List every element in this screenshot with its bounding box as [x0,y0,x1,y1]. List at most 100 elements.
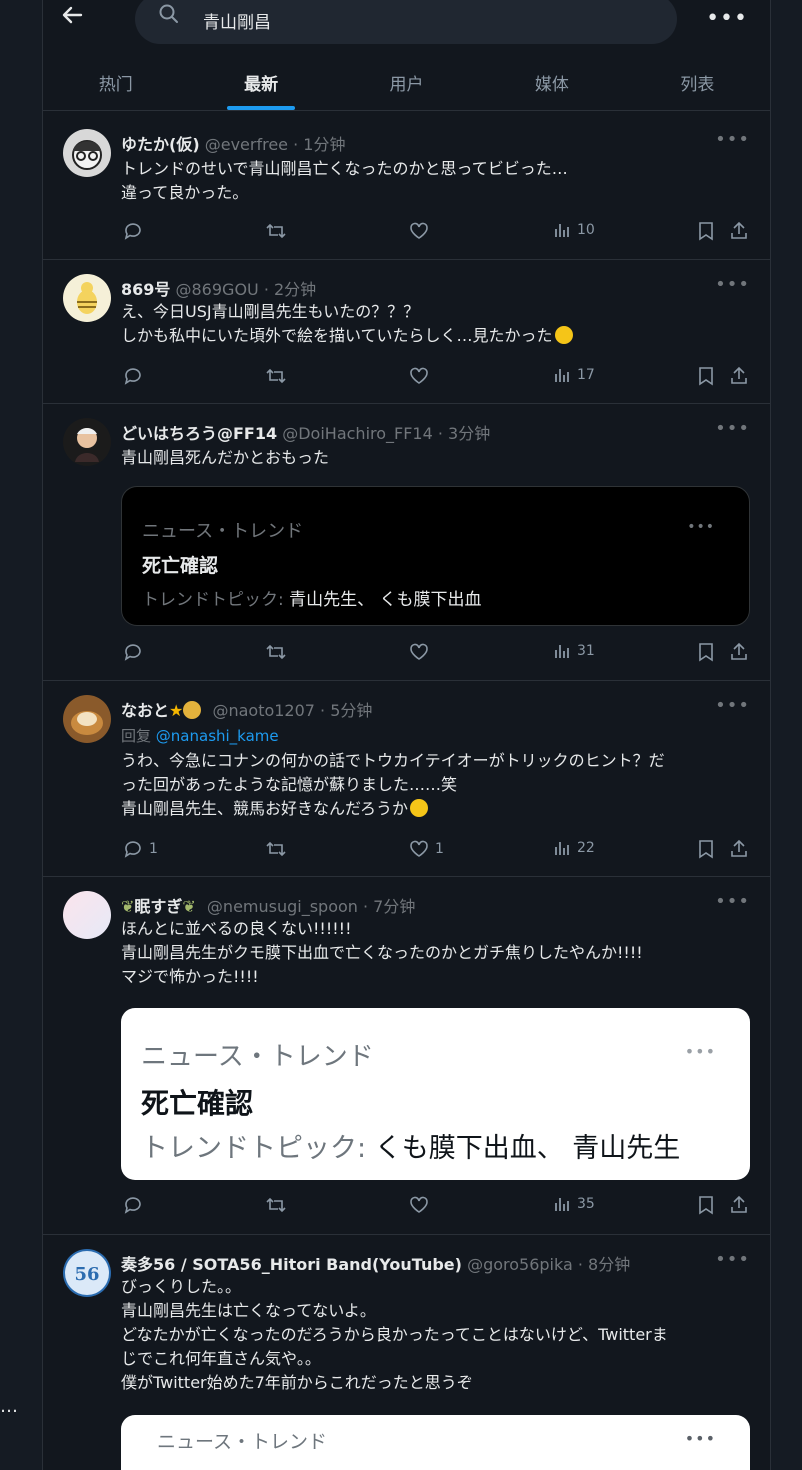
like-icon[interactable] [409,642,429,662]
card-more-icon[interactable]: ••• [685,1042,716,1061]
reply-context: 回复 @nanashi_kame [121,725,279,746]
card-category: ニュース・トレンド [157,1431,328,1453]
bookmark-icon[interactable] [697,642,715,662]
bookmark-icon[interactable] [697,221,715,241]
tweet[interactable]: どいはちろう@FF14 @DoiHachiro_FF14 · 3分钟 ••• 青… [43,404,770,681]
avatar[interactable] [63,695,111,743]
side-more-icon[interactable]: … [0,1396,20,1417]
views-icon [555,224,569,237]
share-icon[interactable] [729,221,749,241]
share-icon[interactable] [729,366,749,386]
tab-lists[interactable]: 列表 [625,62,770,110]
svg-text:56: 56 [74,1264,99,1285]
handle-time[interactable]: @869GOU · 2分钟 [176,280,317,299]
avatar[interactable] [63,891,111,939]
share-icon[interactable] [729,642,749,662]
tab-bar: 热门 最新 用户 媒体 列表 [43,62,770,110]
more-options-icon[interactable]: ••• [706,6,748,31]
tweet[interactable]: ❦眠すぎ❦ @nemusugi_spoon · 7分钟 ••• ほんとに並べるの… [43,877,770,1235]
tweet-actions: 31 [121,642,752,666]
tweet-more-icon[interactable]: ••• [715,1249,750,1270]
trend-card[interactable]: ニュース・トレンド ••• 死亡確認 トレンドトピック: 青山先生、 くも膜下出… [121,486,750,626]
reply-icon[interactable] [123,366,143,386]
retweet-icon[interactable] [265,221,287,241]
handle-time[interactable]: @nemusugi_spoon · 7分钟 [207,897,415,916]
views-stat[interactable]: 35 [553,1195,595,1213]
tweet-more-icon[interactable]: ••• [715,129,750,150]
card-more-icon[interactable]: ••• [685,1429,716,1448]
text-line: 青山剛昌先生は亡くなってないよ。 [121,1301,376,1320]
handle-time[interactable]: @naoto1207 · 5分钟 [212,701,372,720]
retweet-icon[interactable] [265,366,287,386]
card-title: 死亡確認 [141,1087,254,1120]
avatar[interactable] [63,418,111,466]
search-box[interactable]: 青山剛昌 [135,0,677,44]
bookmark-icon[interactable] [697,839,715,859]
tab-people[interactable]: 用户 [334,62,479,110]
views-icon [555,1198,569,1211]
bookmark-icon[interactable] [697,366,715,386]
tab-media[interactable]: 媒体 [479,62,624,110]
reply-stat[interactable]: 1 [123,839,158,859]
tweet-more-icon[interactable]: ••• [715,695,750,716]
views-count: 17 [577,367,595,383]
views-count: 10 [577,222,595,238]
tweet-more-icon[interactable]: ••• [715,418,750,439]
tweet-header: ❦眠すぎ❦ @nemusugi_spoon · 7分钟 [121,893,710,917]
tweet[interactable]: 869号 @869GOU · 2分钟 ••• え、今日USJ青山剛昌先生もいたの… [43,260,770,404]
tweet-more-icon[interactable]: ••• [715,891,750,912]
handle-time[interactable]: @everfree · 1分钟 [205,135,346,154]
reply-icon[interactable] [123,1195,143,1215]
trend-card[interactable]: ニュース・トレンド ••• 死亡確認 トレンドトピック: くも膜下出血、 青山先… [121,1008,750,1180]
display-name[interactable]: 眠すぎ [134,897,182,916]
tweet-text: 青山剛昌死んだかとおもった [121,446,748,470]
views-stat[interactable]: 22 [553,839,595,857]
display-name[interactable]: なおと [121,701,169,720]
retweet-icon[interactable] [265,839,287,859]
bookmark-icon[interactable] [697,1195,715,1215]
avatar[interactable]: 56 [63,1249,111,1297]
tweet[interactable]: ゆたか(仮) @everfree · 1分钟 ••• トレンドのせいで青山剛昌亡… [43,115,770,260]
display-name[interactable]: 奏多56 / SOTA56_Hitori Band(YouTube) [121,1255,462,1274]
tweet-more-icon[interactable]: ••• [715,274,750,295]
trend-card[interactable]: ニュース・トレンド ••• [121,1415,750,1470]
text-line: びっくりした。。 [121,1277,242,1296]
retweet-icon[interactable] [265,1195,287,1215]
share-icon[interactable] [729,1195,749,1215]
avatar[interactable] [63,129,111,177]
handle-time[interactable]: @DoiHachiro_FF14 · 3分钟 [282,424,490,443]
tweet[interactable]: 56 奏多56 / SOTA56_Hitori Band(YouTube) @g… [43,1235,770,1470]
retweet-icon[interactable] [265,642,287,662]
text-line: 違って良かった。 [121,183,249,202]
like-icon[interactable] [409,221,429,241]
share-icon[interactable] [729,839,749,859]
like-stat[interactable]: 1 [409,839,444,859]
display-name[interactable]: 869号 [121,280,170,299]
like-icon[interactable] [409,366,429,386]
views-stat[interactable]: 10 [553,221,595,239]
avatar[interactable] [63,274,111,322]
reply-count: 1 [149,841,158,857]
reply-to-handle[interactable]: @nanashi_kame [156,727,279,745]
like-icon[interactable] [409,1195,429,1215]
views-stat[interactable]: 31 [553,642,595,660]
tab-top[interactable]: 热门 [43,62,188,110]
text-line: どなたかが亡くなったのだろうから良かったってことはないけど、Twitterま [121,1325,668,1344]
text-line: 青山剛昌先生がクモ膜下出血で亡くなったのかとガチ焦りしたやんか!!!! [121,943,643,962]
card-more-icon[interactable]: ••• [687,519,715,535]
tweet-actions: 17 [121,366,752,390]
star-emoji-icon: ★ [169,701,184,720]
display-name[interactable]: ゆたか(仮) [121,135,200,154]
back-arrow-icon[interactable] [61,4,83,32]
tab-latest[interactable]: 最新 [188,62,333,110]
tweet[interactable]: なおと★ @naoto1207 · 5分钟 ••• 回复 @nanashi_ka… [43,681,770,877]
handle-time[interactable]: @goro56pika · 8分钟 [467,1255,630,1274]
display-name[interactable]: どいはちろう@FF14 [121,424,277,443]
search-query[interactable]: 青山剛昌 [203,8,271,33]
tweet-header: どいはちろう@FF14 @DoiHachiro_FF14 · 3分钟 [121,420,710,444]
tweet-text: え、今日USJ青山剛昌先生もいたの？？？ しかも私中にいた頃外で絵を描いていたら… [121,300,748,348]
card-topics: トレンドトピック: 青山先生、 くも膜下出血 [142,585,482,610]
views-stat[interactable]: 17 [553,366,595,384]
reply-icon[interactable] [123,642,143,662]
reply-icon[interactable] [123,221,143,241]
